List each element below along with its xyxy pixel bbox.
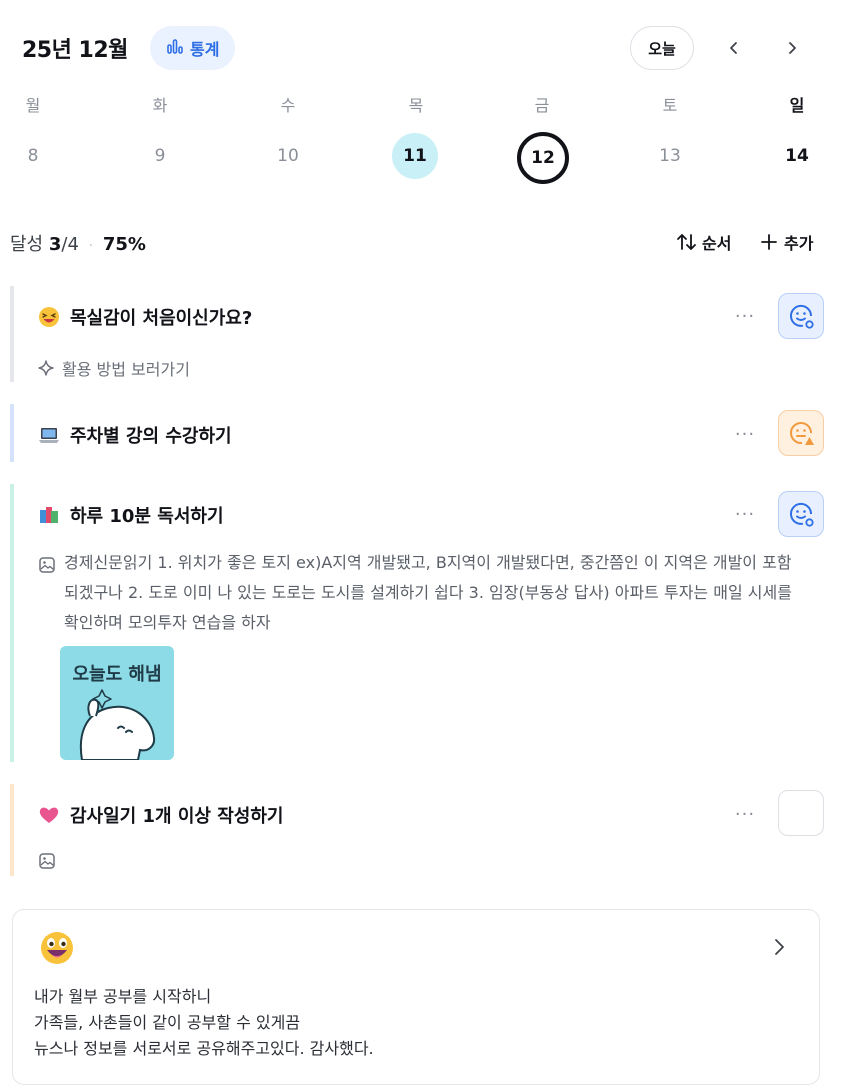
diary-line: 내가 월부 공부를 시작하니 [34, 987, 212, 1006]
summary-done-count: 3 [48, 234, 62, 255]
diary-line: 뉴스나 정보를 서로서로 공유해주고있다. 감사했다. [34, 1039, 374, 1058]
summary-total: /4 [61, 234, 79, 255]
habit-memo-text: 경제신문읽기 1. 위치가 좋은 토지 ex)A지역 개발됐고, B지역이 개발… [64, 553, 792, 632]
habit-card[interactable]: 주차별 강의 수강하기 ··· [10, 404, 824, 462]
previous-week-button[interactable] [716, 30, 752, 66]
habit-title-row: 목실감이 처음이신가요? [38, 304, 252, 330]
bar-chart-icon [166, 37, 184, 59]
stats-label: 통계 [190, 40, 220, 59]
chevron-left-icon [730, 42, 737, 54]
habit-tracker-screen: 25년 12월 통계 오늘 월 화 수 목 금 토 일 8 9 10 11 12… [0, 0, 842, 1086]
habit-title: 하루 10분 독서하기 [70, 506, 224, 527]
add-image-memo-button[interactable] [38, 852, 56, 870]
habit-card[interactable]: 목실감이 처음이신가요? ··· 활용 방법 보러가기 [10, 286, 824, 382]
day-13[interactable]: 13 [647, 133, 693, 179]
habit-title: 목실감이 처음이신가요? [70, 308, 253, 329]
laptop-icon [38, 424, 60, 446]
sticker-image[interactable]: 오늘도 해냄 [60, 646, 174, 760]
day-9[interactable]: 9 [137, 133, 183, 179]
next-week-button[interactable] [774, 30, 810, 66]
weekday-fri: 금 [534, 96, 550, 115]
weekday-thu: 목 [408, 96, 424, 115]
add-label: 추가 [784, 234, 814, 253]
habit-title-row: 주차별 강의 수강하기 [38, 422, 232, 448]
habit-title: 감사일기 1개 이상 작성하기 [70, 806, 284, 827]
habit-title: 주차별 강의 수강하기 [70, 426, 232, 447]
smile-check-icon [790, 502, 814, 527]
image-memo-icon [38, 554, 56, 584]
habit-done-check[interactable] [778, 293, 824, 339]
day-8[interactable]: 8 [10, 133, 56, 179]
more-options-button[interactable]: ··· [730, 804, 760, 825]
sort-button[interactable]: 순서 [676, 230, 731, 254]
add-habit-button[interactable]: 추가 [760, 230, 813, 254]
today-button[interactable]: 오늘 [630, 26, 694, 70]
day-14[interactable]: 14 [774, 133, 820, 179]
laughing-face-icon [38, 306, 60, 328]
chevron-right-icon [789, 42, 796, 54]
grinning-face-icon [41, 932, 73, 964]
calendar-header: 25년 12월 통계 오늘 [0, 0, 842, 92]
ghost-character-icon [79, 689, 156, 760]
stats-button[interactable]: 통계 [150, 26, 236, 70]
habit-title-row: 감사일기 1개 이상 작성하기 [38, 802, 283, 828]
weekday-wed: 수 [280, 96, 296, 115]
habit-unchecked-box[interactable] [778, 790, 824, 836]
habit-title-row: 하루 10분 독서하기 [38, 502, 224, 528]
habit-card[interactable]: 감사일기 1개 이상 작성하기 ··· [10, 784, 824, 876]
image-memo-icon [39, 853, 55, 869]
smile-check-icon [790, 304, 814, 329]
diary-line: 가족들, 사촌들이 같이 공부할 수 있게끔 [34, 1013, 301, 1032]
gratitude-diary-card[interactable]: 내가 월부 공부를 시작하니 가족들, 사촌들이 같이 공부할 수 있게끔 뉴스… [12, 909, 820, 1085]
pink-heart-icon [38, 804, 60, 826]
day-12-selected[interactable]: 12 [517, 132, 569, 184]
month-title: 25년 12월 [22, 38, 128, 63]
diary-open-button[interactable] [771, 936, 787, 962]
books-icon [38, 504, 60, 526]
more-options-button[interactable]: ··· [730, 504, 760, 525]
weekday-tue: 화 [152, 96, 168, 115]
plus-icon [761, 234, 777, 250]
chevron-right-icon [775, 939, 784, 955]
sort-arrows-icon [677, 234, 696, 250]
habit-memo: 경제신문읽기 1. 위치가 좋은 토지 ex)A지역 개발됐고, B지역이 개발… [38, 548, 798, 638]
more-options-button[interactable]: ··· [730, 424, 760, 445]
guide-link[interactable]: 활용 방법 보러가기 [38, 356, 190, 380]
weekday-sat: 토 [662, 96, 678, 115]
summary-separator: · [88, 238, 94, 254]
more-options-button[interactable]: ··· [730, 306, 760, 327]
day-10[interactable]: 10 [265, 133, 311, 179]
achievement-summary: 달성 3/4 · 75% [10, 230, 146, 256]
habit-done-check[interactable] [778, 491, 824, 537]
sort-label: 순서 [702, 234, 732, 253]
summary-percent: 75% [102, 234, 146, 255]
meh-warning-icon [790, 421, 814, 445]
diary-text: 내가 월부 공부를 시작하니 가족들, 사촌들이 같이 공부할 수 있게끔 뉴스… [34, 984, 374, 1062]
day-11-completed[interactable]: 11 [392, 133, 438, 179]
sparkle-icon [38, 360, 54, 376]
guide-link-label: 활용 방법 보러가기 [62, 360, 190, 379]
summary-label: 달성 [10, 234, 44, 255]
weekday-sun: 일 [789, 96, 805, 115]
habit-warning-check[interactable] [778, 410, 824, 456]
weekday-mon: 월 [25, 96, 41, 115]
